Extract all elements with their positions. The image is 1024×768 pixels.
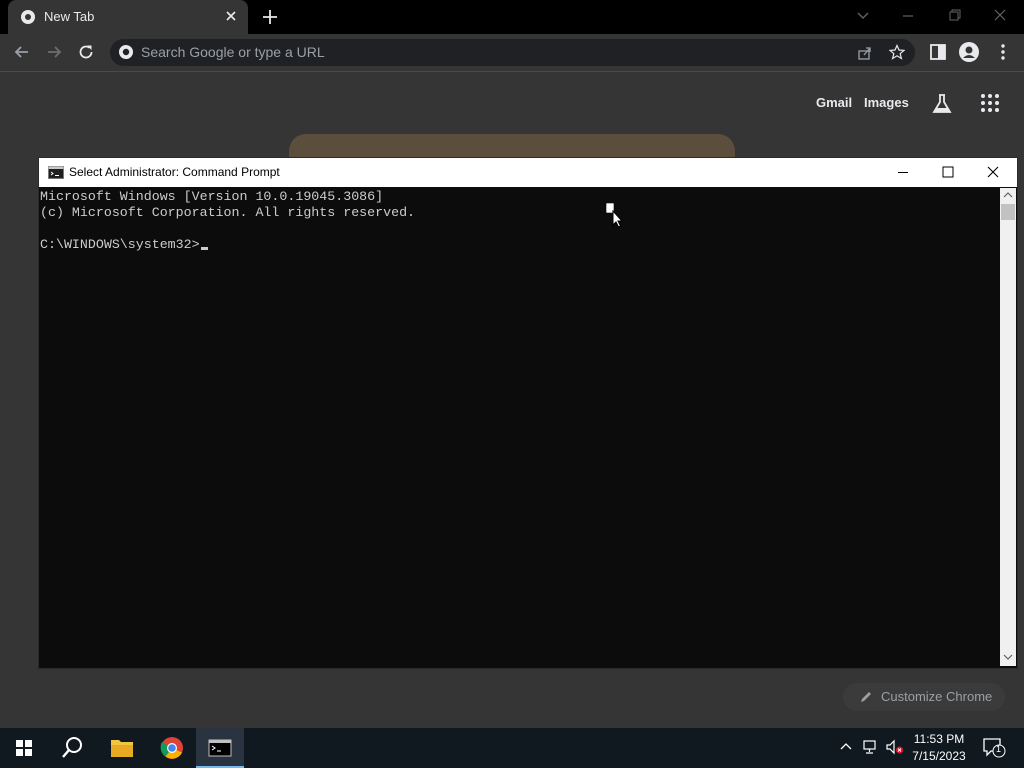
side-panel-icon[interactable] xyxy=(928,42,948,62)
bookmark-star-icon[interactable] xyxy=(889,44,905,60)
scroll-thumb[interactable] xyxy=(1001,204,1015,220)
reload-icon[interactable] xyxy=(76,42,96,62)
chrome-menu-icon[interactable] xyxy=(993,42,1013,62)
pencil-icon xyxy=(859,690,873,704)
new-tab-icon[interactable] xyxy=(260,7,280,27)
forward-icon[interactable] xyxy=(44,42,64,62)
clock-date[interactable]: 7/15/2023 xyxy=(907,749,971,763)
console-line: (c) Microsoft Corporation. All rights re… xyxy=(40,205,416,220)
chrome-taskbar-icon[interactable] xyxy=(148,728,196,768)
browser-toolbar: Search Google or type a URL xyxy=(0,34,1024,72)
google-apps-icon[interactable] xyxy=(980,93,1000,113)
customize-chrome-button[interactable]: Customize Chrome xyxy=(843,683,1005,711)
cmd-minimize-icon[interactable] xyxy=(881,158,925,187)
console-line: Microsoft Windows [Version 10.0.19045.30… xyxy=(40,189,384,204)
chrome-favicon-icon xyxy=(20,9,36,25)
command-prompt-window[interactable]: Select Administrator: Command Prompt Mic… xyxy=(38,157,1018,669)
cmd-window-title: Select Administrator: Command Prompt xyxy=(69,165,280,179)
google-g-icon xyxy=(118,44,134,60)
share-icon[interactable] xyxy=(857,45,873,61)
clock-time[interactable]: 11:53 PM xyxy=(907,732,971,746)
text-cursor xyxy=(201,247,208,250)
mouse-pointer-icon xyxy=(604,203,624,229)
close-window-icon[interactable] xyxy=(987,5,1013,27)
notification-count-badge: 1 xyxy=(996,744,1002,754)
scroll-up-arrow-icon[interactable] xyxy=(1003,191,1013,199)
cmd-app-icon xyxy=(48,166,64,179)
customize-chrome-label: Customize Chrome xyxy=(881,689,993,704)
action-center-icon[interactable]: 1 xyxy=(982,737,1008,759)
taskbar: 11:53 PM 7/15/2023 1 xyxy=(0,728,1024,768)
tab-strip: New Tab xyxy=(0,0,1024,34)
show-hidden-icons-chevron-icon[interactable] xyxy=(838,739,854,755)
start-button-windows-icon[interactable] xyxy=(0,728,48,768)
tab-close-icon[interactable] xyxy=(224,9,238,23)
network-icon[interactable] xyxy=(862,739,880,755)
tab-new-tab[interactable]: New Tab xyxy=(8,0,248,34)
file-explorer-icon[interactable] xyxy=(98,728,146,768)
omnibox[interactable]: Search Google or type a URL xyxy=(110,39,915,66)
cmd-maximize-icon[interactable] xyxy=(926,158,970,187)
tab-title: New Tab xyxy=(44,9,95,24)
gmail-link[interactable]: Gmail xyxy=(816,95,852,110)
cmd-close-icon[interactable] xyxy=(971,158,1015,187)
restore-icon[interactable] xyxy=(941,5,967,27)
cmd-title-bar[interactable]: Select Administrator: Command Prompt xyxy=(39,158,1017,187)
search-icon[interactable] xyxy=(48,728,96,768)
cmd-taskbar-icon[interactable] xyxy=(196,728,244,768)
labs-flask-icon[interactable] xyxy=(930,92,954,116)
scroll-down-arrow-icon[interactable] xyxy=(1003,653,1013,661)
images-link[interactable]: Images xyxy=(864,95,909,110)
cmd-scrollbar[interactable] xyxy=(1000,188,1016,666)
back-icon[interactable] xyxy=(12,42,32,62)
omnibox-placeholder: Search Google or type a URL xyxy=(141,44,325,60)
volume-muted-icon[interactable] xyxy=(885,739,905,755)
minimize-icon[interactable] xyxy=(895,5,921,27)
profile-avatar-icon[interactable] xyxy=(959,42,979,62)
cmd-console-output[interactable]: Microsoft Windows [Version 10.0.19045.30… xyxy=(40,188,998,666)
console-prompt: C:\WINDOWS\system32> xyxy=(40,237,200,252)
tab-search-chevron-icon[interactable] xyxy=(850,5,876,27)
